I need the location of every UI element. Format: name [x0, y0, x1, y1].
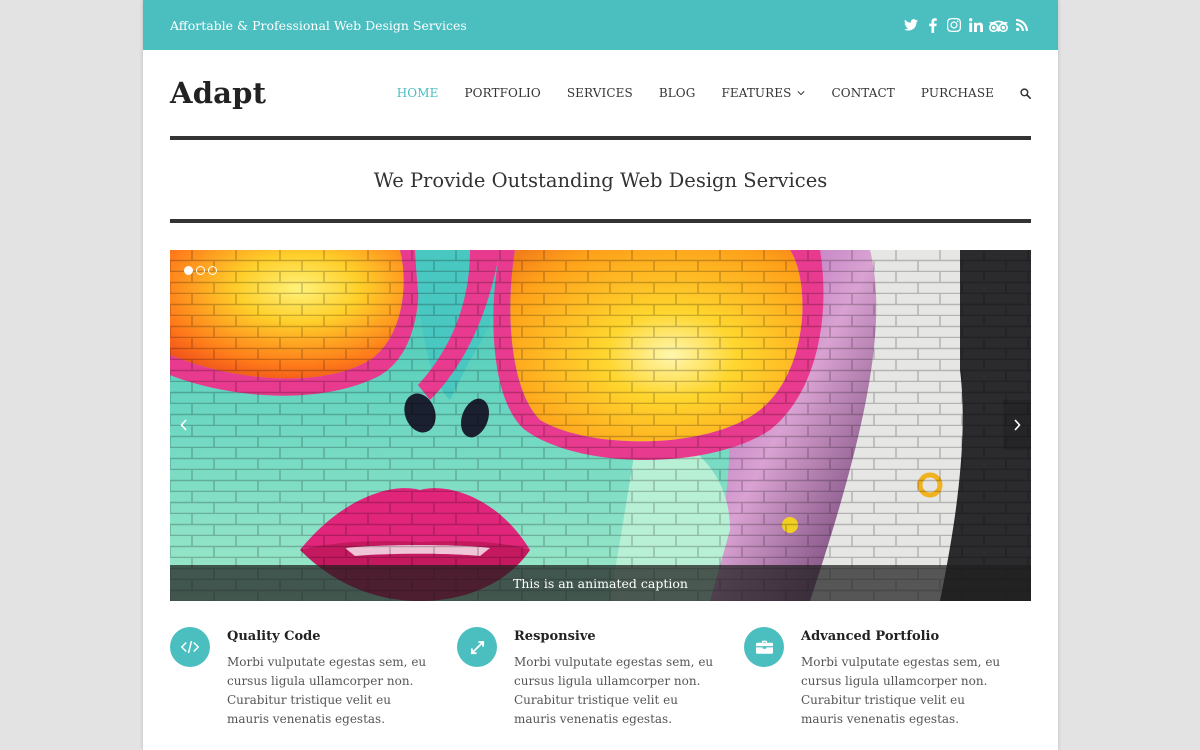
- nav-item-services[interactable]: SERVICES: [567, 86, 633, 100]
- top-bar: Affortable & Professional Web Design Ser…: [143, 0, 1058, 50]
- feature-advanced-portfolio: Advanced Portfolio Morbi vulputate egest…: [744, 627, 1031, 729]
- feature-title: Responsive: [514, 629, 596, 644]
- nav-item-purchase[interactable]: PURCHASE: [921, 86, 994, 100]
- feature-text: Morbi vulputate egestas sem, eu cursus l…: [227, 655, 427, 726]
- graffiti-slide-image: [170, 250, 1031, 601]
- slider-dot-1[interactable]: [184, 266, 193, 275]
- slider-dot-2[interactable]: [196, 266, 205, 275]
- slide-caption: This is an animated caption: [170, 565, 1031, 601]
- feature-text: Morbi vulputate egestas sem, eu cursus l…: [801, 655, 1001, 726]
- feature-title: Quality Code: [227, 629, 321, 644]
- rss-icon[interactable]: [1011, 15, 1032, 36]
- chevron-down-icon: [797, 91, 806, 96]
- feature-responsive: Responsive Morbi vulputate egestas sem, …: [457, 627, 744, 729]
- divider-bottom: [170, 219, 1031, 223]
- page-title: We Provide Outstanding Web Design Servic…: [373, 168, 828, 192]
- nav-item-features[interactable]: FEATURES: [721, 86, 806, 100]
- feature-text: Morbi vulputate egestas sem, eu cursus l…: [514, 655, 714, 726]
- code-icon: [170, 627, 210, 667]
- image-slider[interactable]: This is an animated caption: [170, 250, 1031, 601]
- tripadvisor-icon[interactable]: [987, 15, 1011, 36]
- page-container: Affortable & Professional Web Design Ser…: [143, 0, 1058, 750]
- expand-arrows-icon: [457, 627, 497, 667]
- slider-next-arrow-icon[interactable]: [1003, 400, 1031, 450]
- social-links: [900, 15, 1032, 36]
- nav-item-home[interactable]: HOME: [397, 86, 439, 100]
- facebook-icon[interactable]: [922, 15, 943, 36]
- nav-item-blog[interactable]: BLOG: [659, 86, 696, 100]
- slider-dot-3[interactable]: [208, 266, 217, 275]
- features-row: Quality Code Morbi vulputate egestas sem…: [143, 601, 1058, 729]
- feature-quality-code: Quality Code Morbi vulputate egestas sem…: [170, 627, 457, 729]
- twitter-icon[interactable]: [901, 15, 922, 36]
- slider-pagination: [184, 266, 217, 275]
- slider-prev-arrow-icon[interactable]: [170, 400, 198, 450]
- nav-item-contact[interactable]: CONTACT: [831, 86, 894, 100]
- nav-item-portfolio[interactable]: PORTFOLIO: [464, 86, 540, 100]
- feature-title: Advanced Portfolio: [801, 629, 940, 644]
- tagline: Affortable & Professional Web Design Ser…: [170, 17, 467, 33]
- main-nav: HOME PORTFOLIO SERVICES BLOG FEATURES CO…: [397, 86, 1031, 100]
- search-icon[interactable]: [1020, 87, 1031, 99]
- site-logo[interactable]: Adapt: [170, 76, 266, 110]
- nav-item-features-label: FEATURES: [721, 86, 792, 100]
- briefcase-icon: [744, 627, 784, 667]
- site-header: Adapt HOME PORTFOLIO SERVICES BLOG FEATU…: [143, 50, 1058, 136]
- linkedin-icon[interactable]: [965, 15, 986, 36]
- instagram-icon[interactable]: [944, 15, 965, 36]
